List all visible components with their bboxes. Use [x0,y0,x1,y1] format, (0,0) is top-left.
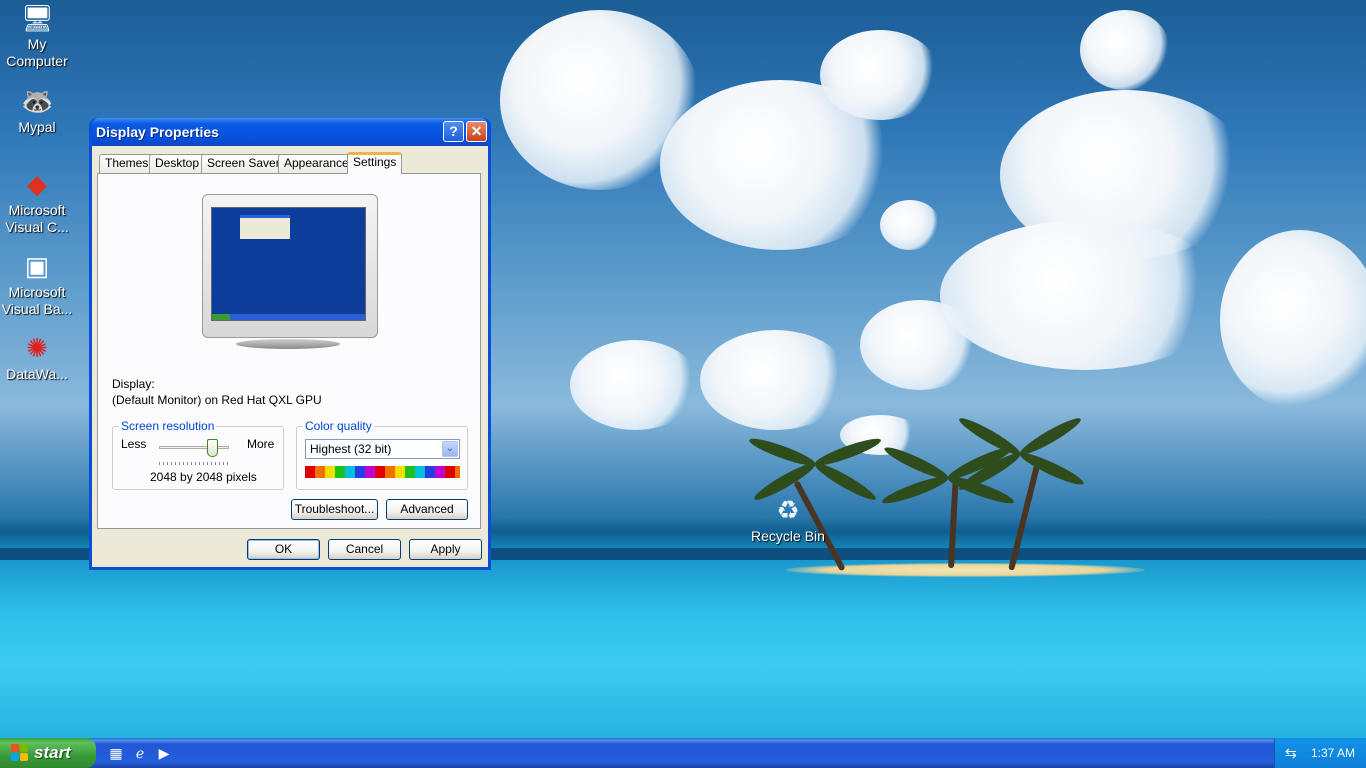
taskbar: start ▦ ℯ ▶ ⇆ 1:37 AM [0,738,1366,768]
recycle-bin-icon: ♻ [776,495,800,525]
color-quality-value: Highest (32 bit) [310,442,392,456]
visual-basic-icon: ▣ [24,251,50,281]
palm-frond [880,472,951,508]
start-label: start [34,743,71,762]
color-quality-title: Color quality [303,419,374,433]
visual-c-icon: ◆ [27,169,47,199]
datawa-icon: ✺ [26,333,48,363]
desktop-icon-visual-c[interactable]: ◆ Microsoft Visual C... [0,168,74,236]
screen-resolution-group: Screen resolution Less More 2048 by 2048… [112,419,284,490]
desktop-icon-label: Microsoft Visual C... [5,202,69,235]
desktop-icon-visual-basic[interactable]: ▣ Microsoft Visual Ba... [0,250,74,318]
cloud [940,220,1230,370]
tab-settings[interactable]: Settings [347,152,403,174]
desktop-icon-label: Recycle Bin [751,528,825,544]
title-bar[interactable]: Display Properties ? ✕ [92,118,488,146]
desktop-icon-label: Microsoft Visual Ba... [1,284,73,317]
color-spectrum-bar [305,466,460,478]
cloud [570,340,700,430]
mini-taskbar [212,314,365,320]
dialog-client-area: Themes Desktop Screen Saver Appearance S… [92,146,488,567]
color-quality-group: Color quality Highest (32 bit) ⌄ [296,419,468,490]
desktop-icon-mypal[interactable]: 🦝 Mypal [0,85,74,136]
mini-start [212,314,230,320]
tab-screen-saver[interactable]: Screen Saver [201,154,286,173]
cloud [1080,10,1170,90]
desktop-icon-my-computer[interactable]: 🖥 My Computer [0,2,74,70]
network-icon[interactable]: ⇆ [1285,745,1297,762]
apply-button[interactable]: Apply [409,539,482,560]
settings-panel: Display: (Default Monitor) on Red Hat QX… [97,173,481,529]
tab-appearance[interactable]: Appearance [278,154,355,173]
cloud [700,330,850,430]
monitor-preview [202,194,378,338]
advanced-button[interactable]: Advanced [386,499,468,520]
color-quality-dropdown[interactable]: Highest (32 bit) ⌄ [305,439,460,459]
chevron-down-icon[interactable]: ⌄ [442,441,458,457]
cloud [880,200,940,250]
tab-desktop[interactable]: Desktop [149,154,206,173]
screen-resolution-title: Screen resolution [119,419,217,433]
desktop-icon-label: DataWa... [6,366,68,382]
tab-themes[interactable]: Themes [99,154,155,173]
clock[interactable]: 1:37 AM [1311,746,1355,760]
cancel-button[interactable]: Cancel [328,539,401,560]
cloud [820,30,940,120]
start-button[interactable]: start [0,738,96,768]
close-button[interactable]: ✕ [466,121,487,142]
help-button[interactable]: ? [443,121,464,142]
resolution-more-label: More [247,437,275,451]
window-title: Display Properties [96,124,219,140]
media-player-icon[interactable]: ▶ [156,745,172,761]
show-desktop-icon[interactable]: ▦ [108,745,124,761]
desktop-icon-label: Mypal [18,119,56,135]
palm-frond [1017,448,1086,490]
display-label: Display: [112,377,155,391]
resolution-slider-thumb[interactable] [206,439,218,457]
computer-icon: 🖥 [21,3,55,33]
cloud [1220,230,1366,410]
display-value: (Default Monitor) on Red Hat QXL GPU [112,393,322,407]
resolution-value: 2048 by 2048 pixels [150,470,257,484]
display-properties-window: Display Properties ? ✕ Themes Desktop Sc… [89,118,491,570]
desktop-icon-datawa[interactable]: ✺ DataWa... [0,332,74,383]
sea [0,560,1366,738]
desktop-icon-recycle-bin[interactable]: ♻ Recycle Bin [750,494,826,545]
ok-button[interactable]: OK [247,539,320,560]
monitor-stand [236,339,340,349]
resolution-less-label: Less [121,437,147,451]
internet-explorer-icon[interactable]: ℯ [132,745,148,761]
troubleshoot-button[interactable]: Troubleshoot... [291,499,378,520]
resolution-slider-ticks [159,462,229,465]
cloud [860,300,980,390]
system-tray: ⇆ 1:37 AM [1274,738,1366,768]
desktop-icon-label: My Computer [6,36,68,69]
monitor-screen [211,207,366,321]
resolution-slider-track[interactable] [159,446,229,449]
windows-flag-icon [11,744,29,762]
mini-window [240,215,290,239]
raccoon-browser-icon: 🦝 [21,86,54,116]
